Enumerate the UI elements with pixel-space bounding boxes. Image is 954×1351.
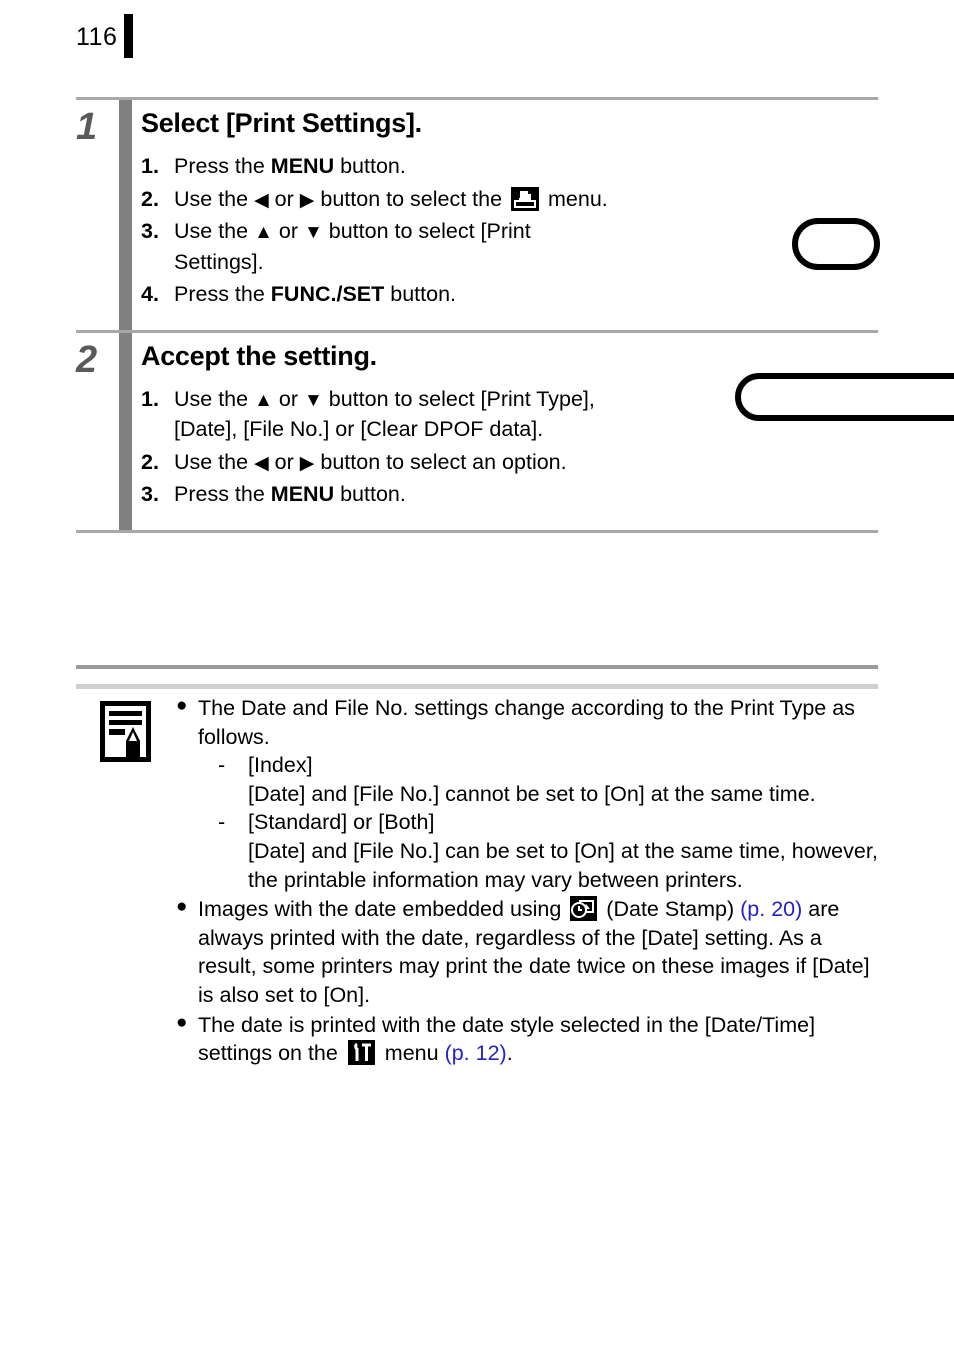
step-1-number: 1 [76, 106, 97, 148]
substep-marker: 1. [141, 154, 159, 179]
note-subitem-body: [Date] and [File No.] cannot be set to [… [248, 781, 816, 806]
substep-marker: 3. [141, 219, 159, 244]
steps-section: 1 Select [Print Settings]. 1. Press the … [76, 97, 954, 533]
note-subitem-head: [Index] [248, 753, 313, 778]
down-arrow-icon: ▼ [303, 222, 323, 244]
step-2-number: 2 [76, 338, 97, 381]
note-item: ● The date is printed with the date styl… [176, 1011, 878, 1068]
substep: 4. Press the FUNC./SET button. [141, 279, 619, 310]
menu-button-label: MENU [270, 154, 335, 179]
left-arrow-icon: ◀ [254, 189, 269, 211]
substep: 1. Use the ▲ or ▼ button to select [Prin… [141, 384, 619, 445]
menu-button-label: MENU [270, 482, 335, 507]
right-arrow-icon: ▶ [299, 189, 315, 211]
note-section: ● The Date and File No. settings change … [76, 694, 878, 1069]
page-header: 116 [0, 0, 954, 70]
page-edge-tab [124, 14, 133, 58]
note-subitem: - [Standard] or [Both] [Date] and [File … [218, 808, 878, 894]
note-separator-dark [76, 665, 878, 669]
step-2-accent-bar [119, 332, 132, 530]
step-1-accent-bar [119, 100, 132, 330]
note-item: ● Images with the date embedded using (D… [176, 895, 878, 1009]
steps-bottom-rule [76, 529, 878, 533]
dash-marker: - [218, 810, 226, 835]
substep-text: Use the ▲ or ▼ button to select [Print S… [174, 219, 531, 274]
steps-mid-rule [76, 329, 878, 333]
note-text: Images with the date embedded using (Dat… [198, 896, 870, 1007]
step-2-substeps: 1. Use the ▲ or ▼ button to select [Prin… [141, 384, 878, 510]
substep-marker: 2. [141, 186, 159, 211]
substep: 1. Press the MENU button. [141, 151, 619, 182]
substep-text: Use the ▲ or ▼ button to select [Print T… [174, 386, 595, 442]
substep-text: Press the FUNC./SET button. [174, 282, 457, 307]
print-menu-icon [511, 186, 540, 211]
step-1-title: Select [Print Settings]. [141, 108, 422, 138]
step-2-title: Accept the setting. [141, 340, 377, 371]
page-number: 116 [76, 23, 118, 51]
note-text: The date is printed with the date style … [198, 1012, 816, 1066]
step-1-body: Select [Print Settings]. 1. Press the ME… [141, 100, 954, 421]
down-arrow-icon: ▼ [303, 389, 323, 411]
note-subitem: - [Index] [Date] and [File No.] cannot b… [218, 751, 878, 808]
date-stamp-icon [570, 896, 598, 922]
bullet-icon: ● [176, 1011, 188, 1033]
step-1-number-column: 1 [76, 100, 141, 330]
dash-marker: - [218, 753, 226, 778]
up-arrow-icon: ▲ [254, 389, 273, 411]
substep-text: Use the ◀ or ▶ button to select the menu… [174, 186, 608, 211]
substep-marker: 4. [141, 282, 159, 307]
note-lead-text: The Date and File No. settings change ac… [198, 696, 855, 749]
up-arrow-icon: ▲ [254, 222, 273, 244]
left-arrow-icon: ◀ [254, 452, 269, 474]
bullet-icon: ● [176, 695, 188, 716]
funcset-button-label: FUNC./SET [270, 282, 385, 307]
step-2-body: Accept the setting. 1. Use the ▲ or ▼ bu… [141, 333, 878, 530]
substep: 2. Use the ◀ or ▶ button to select the m… [141, 184, 619, 215]
page-link-12[interactable]: (p. 12) [445, 1041, 507, 1065]
substep: 2. Use the ◀ or ▶ button to select an op… [141, 447, 619, 478]
substep-text: Press the MENU button. [174, 154, 406, 179]
step-2: 2 Accept the setting. 1. Use the ▲ or ▼ … [76, 332, 878, 530]
bullet-icon: ● [176, 896, 188, 918]
note-separator-light [76, 684, 878, 689]
note-subitem-head: [Standard] or [Both] [248, 810, 435, 835]
note-list: ● The Date and File No. settings change … [76, 694, 878, 1068]
steps-top-rule [76, 97, 878, 100]
tools-icon [347, 1040, 375, 1066]
substep: 3. Press the MENU button. [141, 479, 619, 510]
substep-marker: 1. [141, 386, 159, 411]
right-arrow-icon: ▶ [299, 452, 315, 474]
note-item: ● The Date and File No. settings change … [176, 694, 878, 894]
step-2-number-column: 2 [76, 332, 141, 530]
substep-marker: 2. [141, 449, 159, 474]
substep: 3. Use the ▲ or ▼ button to select [Prin… [141, 216, 619, 277]
substep-text: Press the MENU button. [174, 482, 406, 507]
substep-marker: 3. [141, 482, 159, 507]
note-subitem-body: [Date] and [File No.] can be set to [On]… [248, 838, 878, 892]
annotation-ellipse-print-tab [792, 218, 880, 270]
memo-note-icon [99, 700, 152, 763]
step-1: 1 Select [Print Settings]. 1. Press the … [76, 100, 954, 421]
substep-text: Use the ◀ or ▶ button to select an optio… [174, 449, 567, 474]
page-link-20[interactable]: (p. 20) [740, 897, 802, 921]
